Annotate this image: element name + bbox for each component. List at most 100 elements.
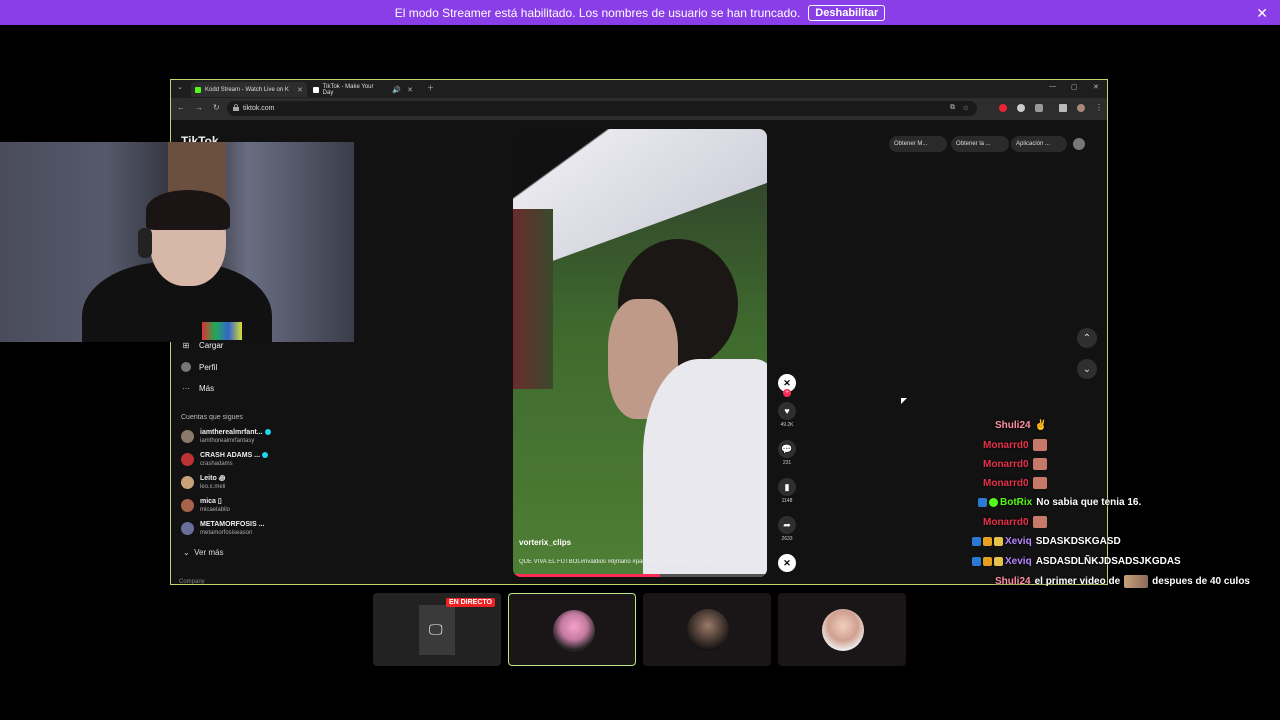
get-coins-button[interactable]: Obtener M... — [889, 136, 947, 152]
account-item[interactable]: iamtherealmrfant... iamthorealmrfantasy — [181, 428, 271, 445]
disable-streamer-mode-button[interactable]: Deshabilitar — [808, 4, 886, 21]
previous-video-button[interactable]: ⌃ — [1077, 328, 1097, 348]
source-thumbnail-avatar[interactable] — [508, 593, 636, 666]
account-item[interactable]: mica ▯ micaelabilo — [181, 497, 230, 514]
avatar — [822, 609, 864, 651]
next-video-button[interactable]: ⌄ — [1077, 359, 1097, 379]
menu-icon[interactable]: ⋮ — [1095, 103, 1103, 112]
account-handle: iamthorealmrfantasy — [200, 438, 255, 444]
close-tab-icon[interactable]: ✕ — [407, 86, 413, 94]
emote-icon — [1032, 516, 1047, 528]
account-item[interactable]: CRASH ADAMS ... crashadams — [181, 451, 269, 468]
close-tab-icon[interactable]: ✕ — [297, 86, 303, 94]
chat-username: Shuli24 — [995, 420, 1031, 431]
video-frame — [513, 209, 553, 389]
bookmark-button[interactable]: ▮ 1148 — [776, 478, 798, 504]
following-accounts-title: Cuentas que sigues — [181, 414, 243, 421]
account-handle: leo.x.meli — [200, 484, 226, 490]
button-label: Obtener la ... — [956, 141, 991, 147]
avatar — [181, 453, 194, 466]
company-link[interactable]: Company — [179, 579, 205, 584]
verified-badge-icon — [264, 429, 271, 436]
extension-icon[interactable] — [999, 104, 1007, 112]
comment-icon: 💬 — [778, 440, 796, 458]
extensions-puzzle-icon[interactable] — [1035, 104, 1043, 112]
verified-badge-icon — [989, 498, 998, 507]
video-player[interactable]: vorterix_clips QUE VIVA EL FUTBOL#rivald… — [513, 129, 767, 577]
chat-message: Xeviq SDASKDSKGASD — [972, 536, 1121, 547]
nav-profile[interactable]: Perfil — [181, 362, 217, 372]
comment-button[interactable]: 💬 231 — [776, 440, 798, 466]
chat-username: Monarrd0 — [983, 516, 1029, 528]
site-info-icon[interactable] — [233, 104, 239, 111]
music-disc[interactable]: ✕ — [776, 554, 798, 572]
profile-icon — [181, 362, 191, 372]
creator-avatar[interactable]: ✕ + — [776, 374, 798, 397]
like-button[interactable]: ♥ 49.2K — [776, 402, 798, 428]
extension-icon[interactable] — [1017, 104, 1025, 112]
tab-kodd-stream[interactable]: Kodd Stream - Watch Live on K ✕ — [191, 82, 307, 97]
source-thumbnail-screen[interactable]: 🖵 EN DIRECTO — [373, 593, 501, 666]
url-text: tiktok.com — [243, 105, 275, 112]
avatar — [181, 430, 194, 443]
chat-username: Shuli24 — [995, 576, 1031, 587]
bookmark-star-icon[interactable]: ☆ — [963, 104, 969, 112]
forward-icon[interactable]: → — [195, 103, 203, 112]
follow-plus-icon[interactable]: + — [783, 389, 791, 397]
reload-icon[interactable]: ↻ — [213, 103, 220, 112]
tab-bar: ⌄ Kodd Stream - Watch Live on K ✕ TikTok… — [171, 80, 1107, 98]
tab-tiktok[interactable]: TikTok - Make Your Day 🔊 ✕ — [309, 82, 417, 97]
tab-search-icon[interactable]: ⌄ — [177, 83, 183, 91]
source-thumbnail-avatar[interactable] — [778, 593, 906, 666]
get-app-button[interactable]: Obtener la ... — [951, 136, 1009, 152]
badge-icon — [983, 537, 992, 546]
streamer-hair — [146, 190, 230, 230]
account-item[interactable]: Leito ꩜ leo.x.meli — [181, 474, 225, 491]
source-thumbnail-avatar[interactable] — [643, 593, 771, 666]
bot-badge-icon — [978, 498, 987, 507]
more-icon: ··· — [182, 383, 190, 393]
video-progress-fill — [513, 574, 661, 577]
share-button[interactable]: ➦ 2633 — [776, 516, 798, 542]
badge-icon — [972, 537, 981, 546]
back-icon[interactable]: ← — [177, 103, 185, 112]
chat-message: Shuli24 ✌ — [995, 420, 1047, 431]
url-input[interactable]: tiktok.com ⧉ ☆ — [227, 101, 977, 116]
see-more-link[interactable]: ⌄ Ver más — [183, 548, 224, 557]
sidebar-icon[interactable] — [1059, 104, 1067, 112]
tiktok-favicon-icon — [313, 86, 319, 93]
emote-icon — [1032, 439, 1047, 451]
avatar — [181, 522, 194, 535]
chat-text: No sabia que tenia 16. — [1036, 497, 1142, 508]
video-username[interactable]: vorterix_clips — [519, 538, 571, 547]
avatar — [181, 476, 194, 489]
button-label: Obtener M... — [894, 141, 928, 147]
account-item[interactable]: METAMORFOSIS ... metamorfosiseason — [181, 520, 264, 537]
avatar — [553, 610, 595, 652]
tab-title: TikTok - Make Your Day — [322, 83, 374, 96]
profile-avatar[interactable] — [1077, 104, 1085, 112]
maximize-icon[interactable]: ▢ — [1071, 83, 1078, 91]
nav-more[interactable]: ··· Más — [181, 383, 214, 393]
bookmark-count: 1148 — [781, 498, 793, 504]
chat-text: ASDASDLÑKJDSADSJKGDAS — [1035, 556, 1181, 567]
account-handle: metamorfosiseason — [200, 530, 253, 536]
close-window-icon[interactable]: ✕ — [1093, 83, 1099, 91]
avatar — [181, 499, 194, 512]
minimize-icon[interactable]: — — [1049, 83, 1056, 90]
close-icon[interactable]: ✕ — [1256, 5, 1268, 22]
new-tab-icon[interactable]: ＋ — [427, 83, 434, 93]
desktop-app-button[interactable]: Aplicación ... — [1011, 136, 1067, 152]
video-description: QUE VIVA EL FUTBOL#rivaldios #djmario #p… — [519, 559, 714, 565]
webcam-overlay — [0, 142, 354, 342]
emote-icon — [1124, 575, 1149, 588]
mute-icon[interactable]: 🔊 — [392, 86, 401, 94]
share-icon: ➦ — [778, 516, 796, 534]
user-avatar[interactable] — [1073, 138, 1085, 150]
video-progress-bar[interactable] — [513, 574, 767, 577]
chat-text: el primer video de — [1034, 576, 1121, 587]
nav-label: Perfil — [199, 362, 218, 372]
install-app-icon[interactable]: ⧉ — [950, 104, 955, 112]
badge-icon — [983, 557, 992, 566]
account-name: iamtherealmrfant... — [200, 429, 263, 436]
